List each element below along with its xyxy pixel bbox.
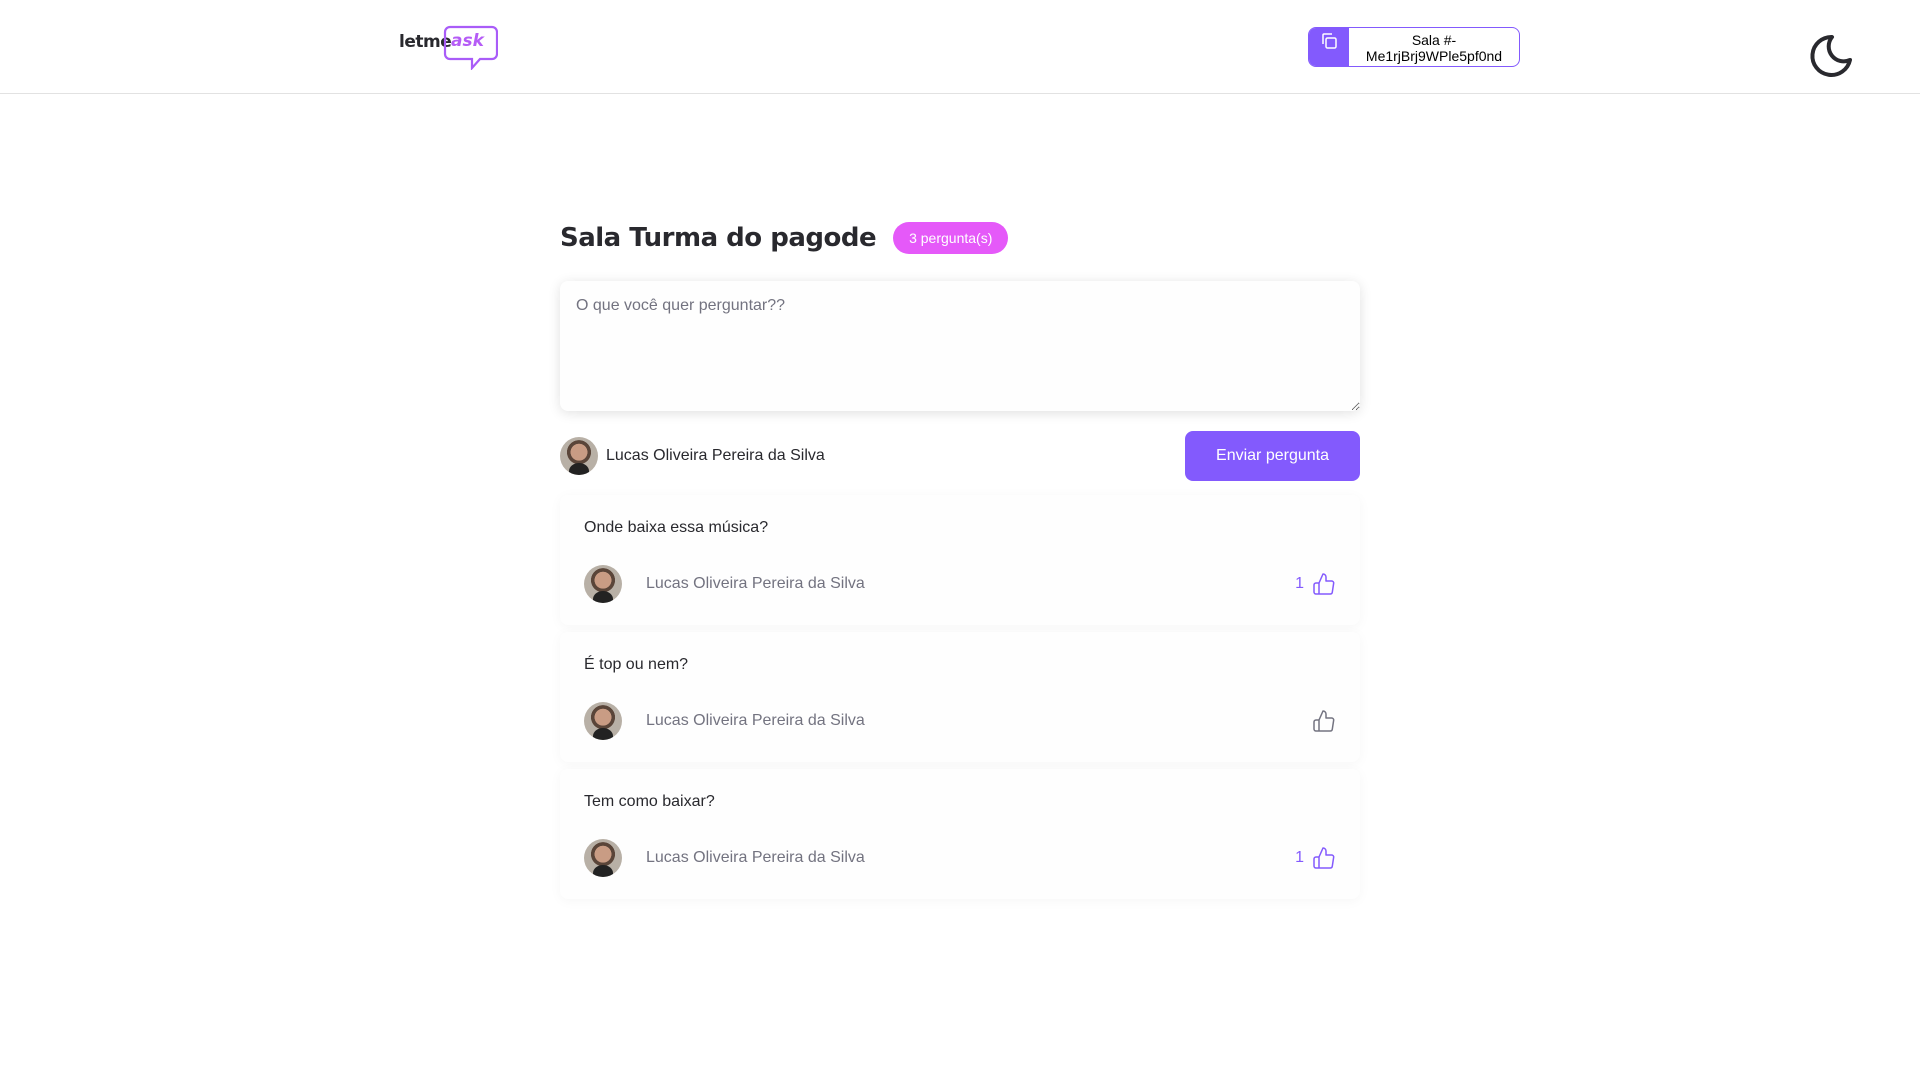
thumbs-up-icon xyxy=(1313,847,1335,869)
user-avatar xyxy=(560,437,598,475)
like-count: 1 xyxy=(1295,849,1304,866)
copy-icon xyxy=(1309,28,1349,66)
author-avatar xyxy=(584,839,622,877)
top-header: letme ask Sala #-Me1rjBrj9WPle5pf0nd xyxy=(0,0,1920,94)
thumbs-up-icon xyxy=(1313,710,1335,732)
svg-text:ask: ask xyxy=(451,31,486,51)
question-form-footer: Lucas Oliveira Pereira da Silva Enviar p… xyxy=(560,431,1360,481)
author-avatar xyxy=(584,565,622,603)
question-text: Onde baixa essa música? xyxy=(584,519,769,536)
svg-text:letme: letme xyxy=(399,32,451,52)
question-text: É top ou nem? xyxy=(584,656,689,673)
current-user-name: Lucas Oliveira Pereira da Silva xyxy=(606,447,825,464)
like-button[interactable]: 1 xyxy=(1295,846,1336,870)
question-card: Tem como baixar? Lucas Oliveira Pereira … xyxy=(560,769,1360,899)
moon-icon[interactable] xyxy=(1808,33,1854,79)
author-name: Lucas Oliveira Pereira da Silva xyxy=(646,849,865,866)
letmeask-logo[interactable]: letme ask xyxy=(398,22,499,71)
copy-room-code-button[interactable]: Sala #-Me1rjBrj9WPle5pf0nd xyxy=(1308,27,1520,67)
author-avatar xyxy=(584,702,622,740)
send-question-button[interactable]: Enviar pergunta xyxy=(1185,431,1360,481)
question-card: É top ou nem? Lucas Oliveira Pereira da … xyxy=(560,632,1360,762)
author-name: Lucas Oliveira Pereira da Silva xyxy=(646,575,865,592)
like-count: 1 xyxy=(1295,575,1304,592)
current-user: Lucas Oliveira Pereira da Silva xyxy=(560,437,825,475)
room-title: Sala Turma do pagode xyxy=(560,223,877,253)
question-footer: Lucas Oliveira Pereira da Silva 1 xyxy=(584,565,1336,603)
room-code-text: Sala #-Me1rjBrj9WPle5pf0nd xyxy=(1365,32,1503,64)
like-button[interactable]: 1 xyxy=(1295,572,1336,596)
question-list: Onde baixa essa música? Lucas Oliveira P… xyxy=(560,495,1360,906)
question-footer: Lucas Oliveira Pereira da Silva 1 xyxy=(584,839,1336,877)
question-input[interactable] xyxy=(560,281,1360,411)
thumbs-up-icon xyxy=(1313,573,1335,595)
like-button[interactable] xyxy=(1304,709,1336,733)
question-count-badge: 3 pergunta(s) xyxy=(893,222,1009,254)
question-text: Tem como baixar? xyxy=(584,793,715,810)
question-footer: Lucas Oliveira Pereira da Silva xyxy=(584,702,1336,740)
room-title-row: Sala Turma do pagode 3 pergunta(s) xyxy=(560,222,1009,254)
question-card: Onde baixa essa música? Lucas Oliveira P… xyxy=(560,495,1360,625)
author-name: Lucas Oliveira Pereira da Silva xyxy=(646,712,865,729)
